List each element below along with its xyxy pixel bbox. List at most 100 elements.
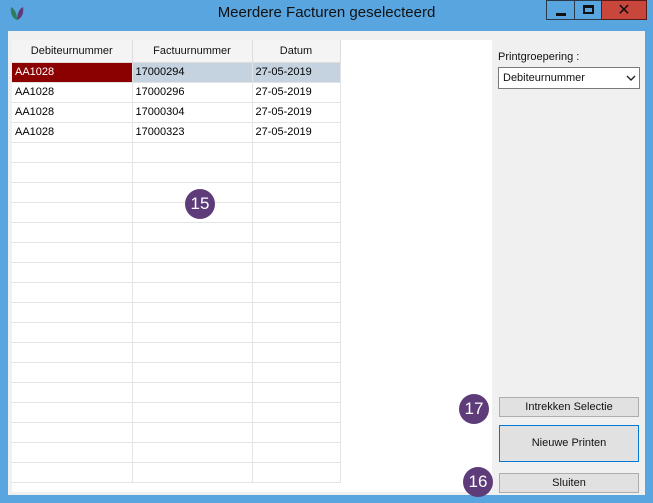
close-button[interactable]: ✕ [601, 0, 647, 20]
empty-table-row[interactable] [12, 202, 341, 223]
table-cell[interactable] [12, 162, 133, 183]
table-cell[interactable] [252, 282, 341, 303]
empty-table-row[interactable] [12, 302, 341, 323]
table-body: AA1028 17000294 27-05-2019 AA1028 17000296 27… [12, 62, 341, 483]
table-cell[interactable] [12, 382, 133, 403]
table-cell[interactable] [12, 242, 133, 263]
table-cell[interactable] [12, 302, 133, 323]
empty-table-row[interactable] [12, 162, 341, 183]
table-cell[interactable] [12, 342, 133, 363]
table-cell[interactable] [12, 402, 133, 423]
printgroepering-select[interactable]: Debiteurnummer [498, 67, 640, 89]
table-cell[interactable] [252, 142, 341, 163]
table-cell[interactable]: 17000323 [132, 122, 253, 143]
table-cell[interactable]: 17000304 [132, 102, 253, 123]
empty-table-row[interactable] [12, 222, 341, 243]
empty-table-row[interactable] [12, 322, 341, 343]
table-cell[interactable] [12, 222, 133, 243]
table-cell[interactable] [132, 362, 253, 383]
empty-table-row[interactable] [12, 442, 341, 463]
minimize-icon [556, 13, 566, 16]
table-cell[interactable]: 17000296 [132, 82, 253, 103]
table-cell[interactable]: 27-05-2019 [252, 102, 341, 123]
table-cell[interactable] [12, 182, 133, 203]
empty-table-row[interactable] [12, 402, 341, 423]
empty-table-row[interactable] [12, 422, 341, 443]
empty-table-row[interactable] [12, 342, 341, 363]
empty-table-row[interactable] [12, 262, 341, 283]
annotation-marker-sluiten: 16 [463, 467, 493, 497]
table-cell[interactable]: 27-05-2019 [252, 122, 341, 143]
table-cell[interactable]: AA1028 [12, 102, 133, 123]
table-cell[interactable] [252, 242, 341, 263]
table-cell[interactable] [252, 222, 341, 243]
table-row[interactable]: AA1028 17000294 27-05-2019 [12, 62, 341, 83]
table-cell[interactable] [132, 322, 253, 343]
table-cell[interactable] [132, 382, 253, 403]
nieuwe-printen-button[interactable]: Nieuwe Printen [499, 425, 639, 462]
table-cell[interactable] [132, 402, 253, 423]
table-cell[interactable] [132, 302, 253, 323]
table-cell[interactable]: 27-05-2019 [252, 62, 341, 83]
table-cell[interactable] [252, 262, 341, 283]
dialog-window: Meerdere Facturen geselecteerd ✕ Debiteu… [0, 0, 653, 503]
table-cell[interactable] [12, 322, 133, 343]
table-cell[interactable] [252, 162, 341, 183]
column-header-factuurnummer[interactable]: Factuurnummer [132, 40, 253, 63]
table-cell[interactable] [252, 342, 341, 363]
table-cell[interactable]: AA1028 [12, 122, 133, 143]
maximize-button[interactable] [574, 0, 602, 20]
table-cell[interactable] [252, 382, 341, 403]
empty-table-row[interactable] [12, 362, 341, 383]
table-cell[interactable] [132, 162, 253, 183]
table-cell[interactable] [252, 442, 341, 463]
table-cell[interactable] [252, 322, 341, 343]
table-cell[interactable] [252, 462, 341, 483]
table-cell[interactable] [12, 142, 133, 163]
table-cell[interactable] [12, 362, 133, 383]
table-cell[interactable]: 17000294 [132, 62, 253, 83]
table-cell[interactable] [12, 202, 133, 223]
intrekken-selectie-button[interactable]: Intrekken Selectie [499, 397, 639, 417]
table-cell[interactable] [132, 462, 253, 483]
column-header-debiteurnummer[interactable]: Debiteurnummer [12, 40, 133, 63]
table-cell[interactable] [12, 282, 133, 303]
table-cell[interactable]: AA1028 [12, 62, 133, 83]
table-cell[interactable]: AA1028 [12, 82, 133, 103]
table-cell[interactable] [132, 262, 253, 283]
empty-table-row[interactable] [12, 182, 341, 203]
table-cell[interactable] [252, 402, 341, 423]
table-row[interactable]: AA1028 17000323 27-05-2019 [12, 122, 341, 143]
empty-table-row[interactable] [12, 282, 341, 303]
table-cell[interactable] [132, 342, 253, 363]
table-row[interactable]: AA1028 17000304 27-05-2019 [12, 102, 341, 123]
table-cell[interactable] [12, 422, 133, 443]
empty-table-row[interactable] [12, 142, 341, 163]
invoice-grid[interactable]: Debiteurnummer Factuurnummer Datum AA102… [12, 40, 492, 492]
empty-table-row[interactable] [12, 242, 341, 263]
column-header-datum[interactable]: Datum [252, 40, 341, 63]
table-cell[interactable] [132, 282, 253, 303]
table-cell[interactable] [252, 302, 341, 323]
table-cell[interactable] [252, 422, 341, 443]
minimize-button[interactable] [546, 0, 575, 20]
empty-table-row[interactable] [12, 462, 341, 483]
table-cell[interactable] [132, 142, 253, 163]
title-bar[interactable]: Meerdere Facturen geselecteerd ✕ [0, 0, 653, 28]
chevron-down-icon [626, 75, 636, 81]
table-row[interactable]: AA1028 17000296 27-05-2019 [12, 82, 341, 103]
empty-table-row[interactable] [12, 382, 341, 403]
table-cell[interactable] [252, 362, 341, 383]
table-cell[interactable] [252, 202, 341, 223]
table-cell[interactable] [252, 182, 341, 203]
table-cell[interactable] [132, 222, 253, 243]
table-header-row: Debiteurnummer Factuurnummer Datum [12, 40, 341, 63]
table-cell[interactable] [12, 442, 133, 463]
table-cell[interactable] [12, 462, 133, 483]
sluiten-button[interactable]: Sluiten [499, 473, 639, 493]
table-cell[interactable] [132, 242, 253, 263]
table-cell[interactable] [132, 442, 253, 463]
table-cell[interactable] [12, 262, 133, 283]
table-cell[interactable]: 27-05-2019 [252, 82, 341, 103]
table-cell[interactable] [132, 422, 253, 443]
